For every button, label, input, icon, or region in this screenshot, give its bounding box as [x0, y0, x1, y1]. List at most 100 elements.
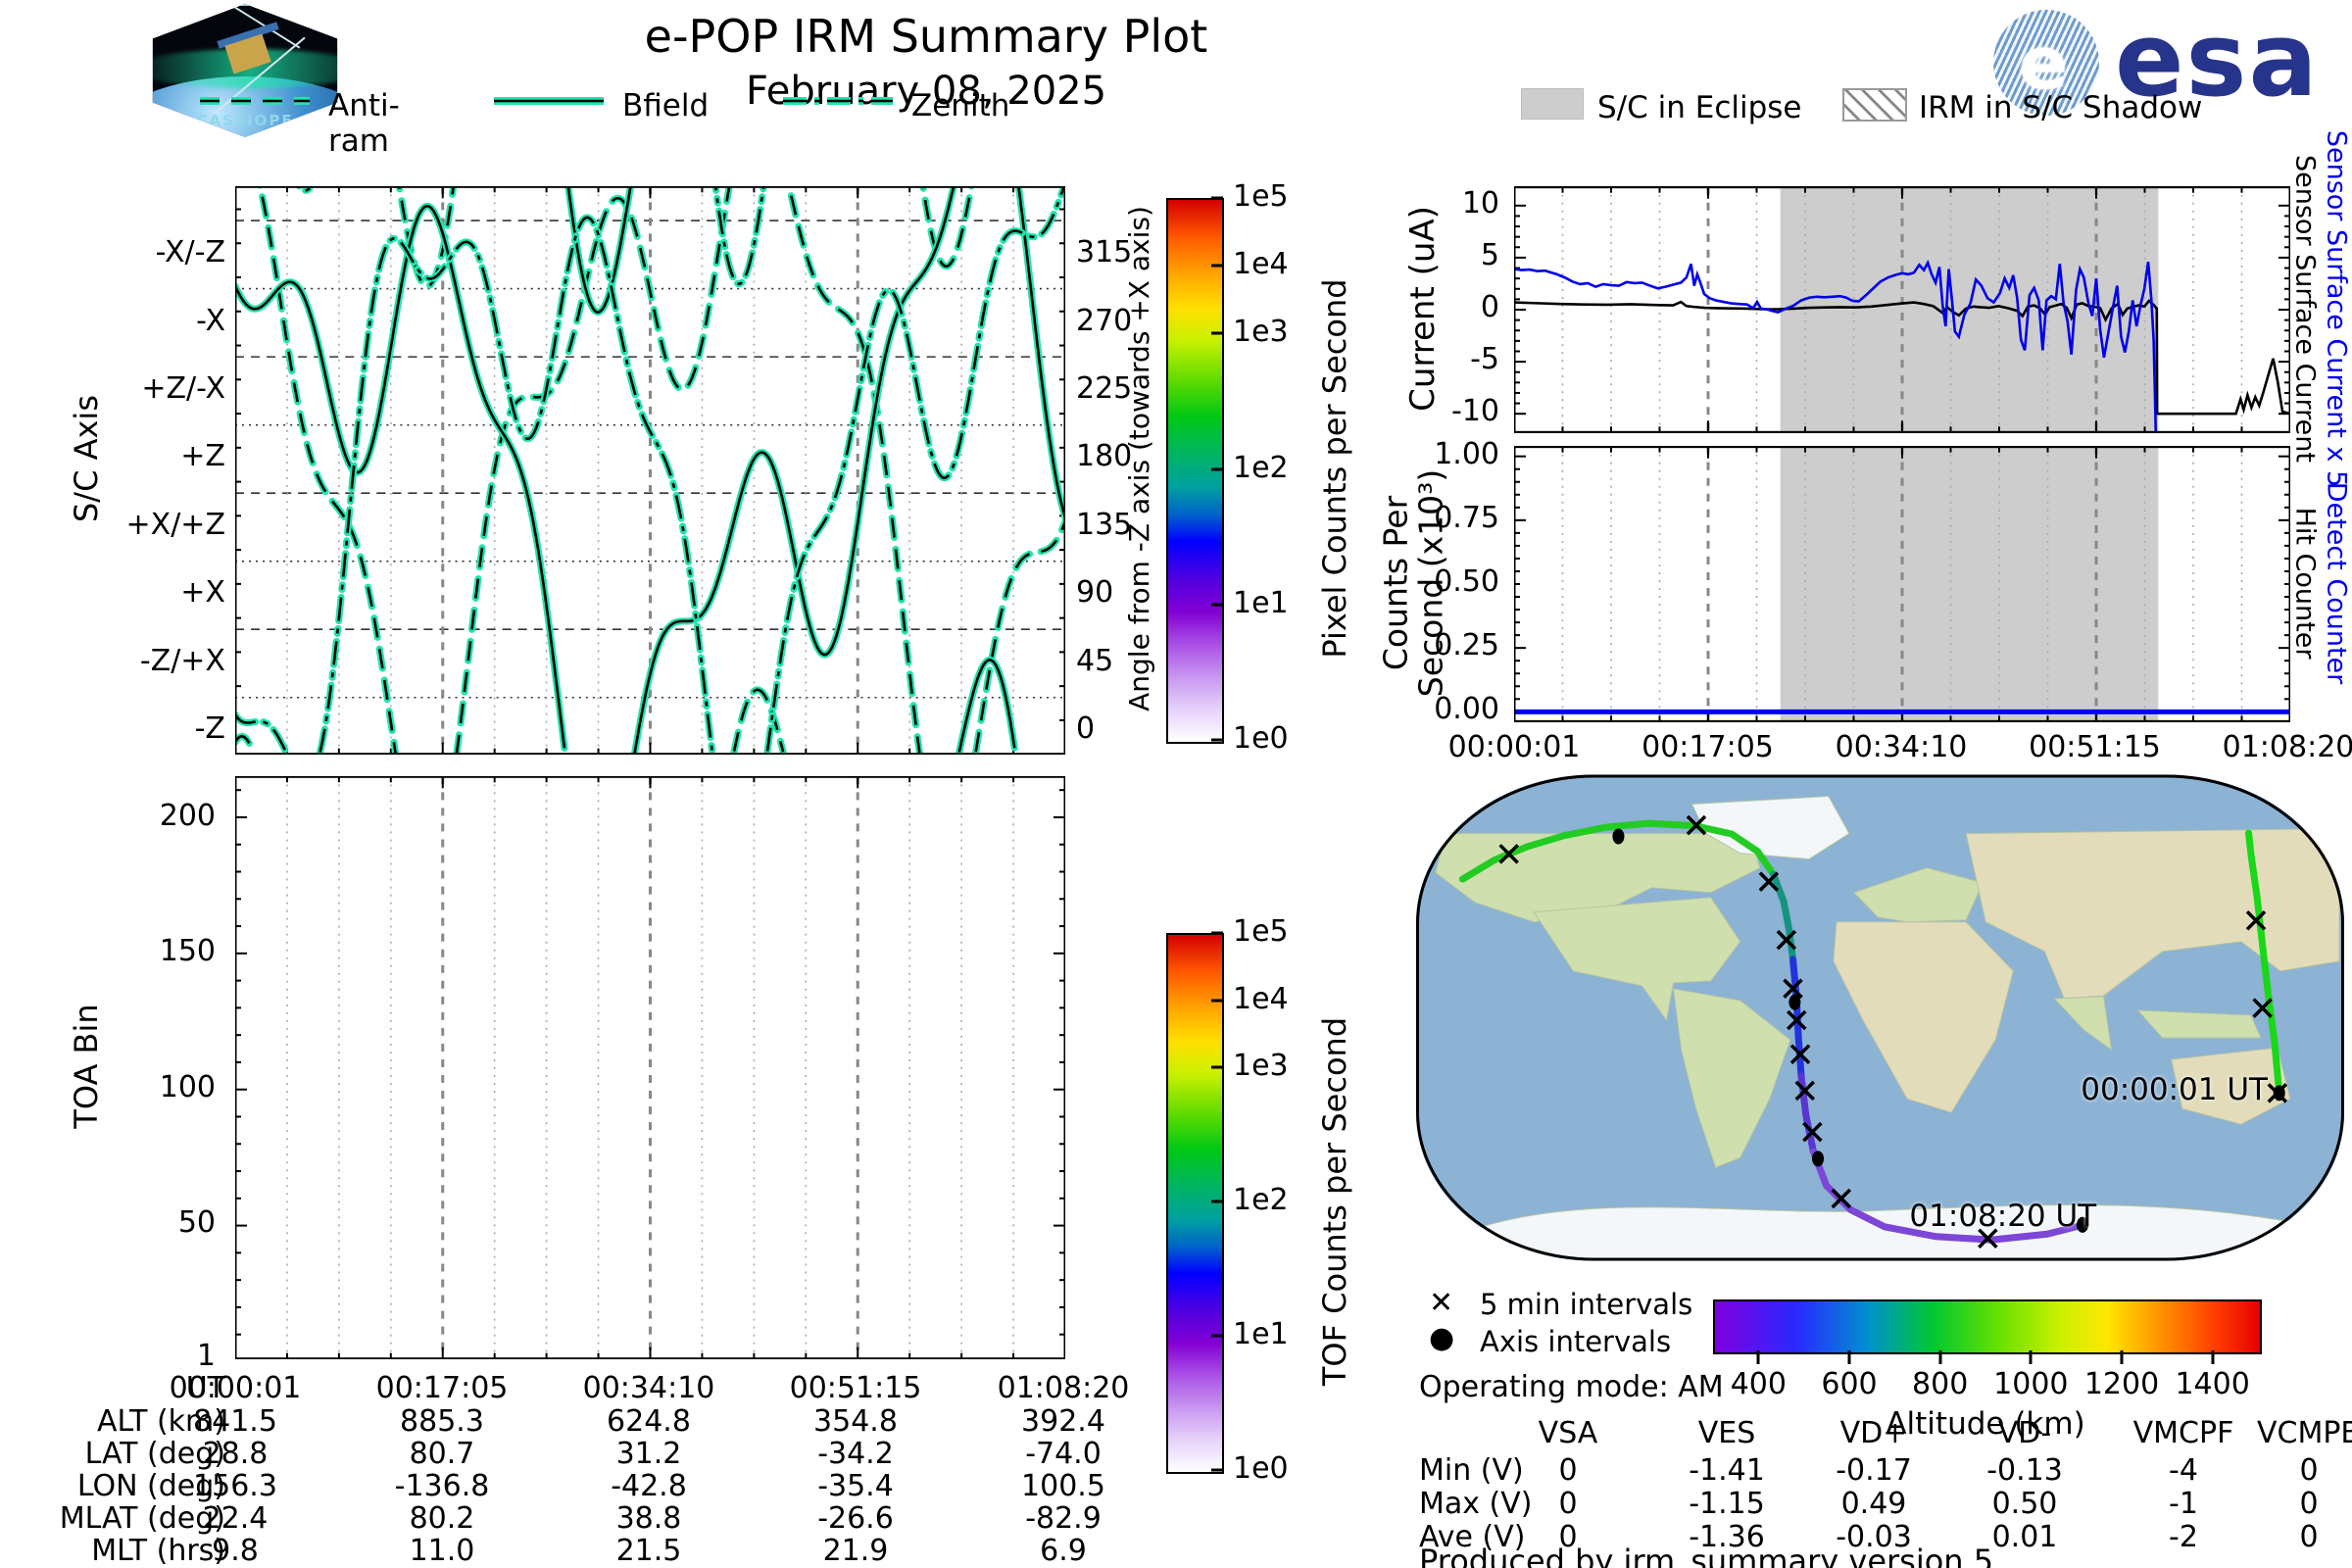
ephem-cell: -136.8	[394, 1469, 490, 1503]
time-xtick-label: 00:34:10	[1835, 730, 1968, 764]
toa-ytick-label: 200	[159, 798, 216, 833]
ephem-cell: 38.8	[615, 1501, 682, 1536]
tof-cbar-label: TOF Counts per Second	[1316, 1016, 1353, 1387]
alt-cbar-tickmark	[1938, 1350, 1942, 1364]
volt-cell: 0	[2299, 1487, 2319, 1521]
ephem-cell: 80.7	[409, 1437, 475, 1471]
altitude-colorbar	[1713, 1299, 2262, 1354]
volt-cell: 0.50	[1991, 1487, 2058, 1521]
ephem-cell: 21.5	[615, 1534, 682, 1568]
dot-marker-icon: ●	[1429, 1321, 1455, 1355]
toa-ytick-label: 150	[159, 934, 216, 969]
ephem-cell: 80.2	[409, 1501, 475, 1536]
time-xtick-label: 00:17:05	[1642, 730, 1774, 764]
epop-irm-summary-page: { "header": { "title": "e-POP IRM Summar…	[0, 0, 2352, 1568]
tof-cbar-tick-tickmark	[1211, 1468, 1223, 1472]
shadow-legend-label: IRM in S/C Shadow	[1919, 90, 2203, 125]
sc-ytick-label: -X/-Z	[155, 235, 225, 270]
ephem-cell: 22.4	[202, 1501, 269, 1536]
shadow-legend-swatch	[1842, 88, 1907, 122]
counts-ytick-label: 0.00	[1434, 692, 1499, 726]
alt-cbar-tickmark	[2120, 1350, 2124, 1364]
volt-col-header: VD-	[1997, 1416, 2052, 1450]
sc-ytick-label: -Z/+X	[139, 643, 225, 678]
current-right-label-blue: Sensor Surface Current x 5	[2321, 129, 2352, 488]
map-start-time-label: 00:00:01 UT	[2081, 1072, 2268, 1108]
tof-cbar-tick-tickmark	[1211, 1200, 1223, 1203]
counts-ytick-label: 0.25	[1434, 628, 1499, 662]
sc-right-tick-label: 180	[1076, 439, 1133, 474]
alt-cbar-tickmark	[1756, 1350, 1760, 1364]
sc-legend-sample-Anti-ram	[200, 97, 310, 105]
pixel-cbar-tick-tickmark	[1211, 603, 1223, 607]
counts-plot	[1514, 446, 2290, 722]
sc-ytick-label: -Z	[194, 710, 225, 746]
counts-right-label-blue: Detect Counter	[2321, 481, 2352, 685]
pixel-cbar-label: Pixel Counts per Second	[1316, 278, 1353, 659]
counts-ytick-label: 0.50	[1434, 564, 1499, 599]
pixel-cbar-tick: 1e0	[1233, 721, 1289, 756]
pixel-cbar-tick-tickmark	[1211, 331, 1223, 335]
pixel-cbar-tick-tickmark	[1211, 738, 1223, 742]
volt-cell: -1.36	[1689, 1520, 1765, 1554]
eclipse-legend-label: S/C in Eclipse	[1597, 90, 1802, 125]
eclipse-legend-swatch	[1521, 88, 1584, 120]
ephem-cell: 01:08:20	[997, 1371, 1130, 1405]
ephem-cell: 11.0	[409, 1534, 475, 1568]
ephem-cell: -82.9	[1025, 1501, 1102, 1536]
volt-col-header: VCMPB	[2256, 1416, 2352, 1450]
volt-cell: 0	[1558, 1520, 1578, 1554]
volt-cell: -0.17	[1836, 1453, 1912, 1488]
ephem-cell: 9.8	[212, 1534, 259, 1568]
volt-cell: 0	[1558, 1453, 1578, 1488]
x-marker-label: 5 min intervals	[1480, 1288, 1693, 1321]
volt-cell: -0.03	[1836, 1520, 1912, 1554]
tof-cbar-tick: 1e5	[1233, 914, 1289, 949]
alt-cbar-tick-label: 1400	[2175, 1367, 2250, 1401]
time-xtick-label: 01:08:20	[2222, 730, 2352, 764]
ephem-cell: 354.8	[813, 1404, 898, 1439]
ephem-cell: 6.9	[1040, 1534, 1087, 1568]
counts-ytick-label: 1.00	[1434, 437, 1499, 471]
volt-cell: 0	[1558, 1487, 1578, 1521]
tof-cbar-tick-tickmark	[1211, 931, 1223, 935]
current-ytick-label: 0	[1480, 290, 1499, 324]
pixel-cbar-tick: 1e4	[1233, 247, 1289, 282]
ephem-cell: 392.4	[1021, 1404, 1105, 1439]
ephem-cell: 885.3	[400, 1404, 484, 1439]
sc-legend-label: Anti-ram	[328, 88, 400, 159]
pixel-cbar-tick-tickmark	[1211, 467, 1223, 470]
ephem-cell: 21.9	[822, 1534, 889, 1568]
time-xtick-label: 00:51:15	[2029, 730, 2161, 764]
sc-legend-sample-Bfield	[494, 97, 604, 105]
sc-legend-sample-Zenith	[783, 97, 893, 105]
ephem-cell: 624.8	[607, 1404, 691, 1439]
volt-cell: -0.13	[1986, 1453, 2063, 1488]
alt-cbar-tickmark	[1847, 1350, 1851, 1364]
ephem-cell: 00:51:15	[789, 1371, 922, 1405]
sc-right-tick-label: 270	[1076, 303, 1133, 338]
volt-cell: 0.49	[1840, 1487, 1907, 1521]
pixel-cbar-tick-tickmark	[1211, 264, 1223, 268]
world-map	[1416, 774, 2344, 1261]
ephem-cell: 841.5	[193, 1404, 277, 1439]
current-right-label-black: Sensor Surface Current	[2289, 155, 2321, 463]
volt-cell: 0	[2299, 1453, 2319, 1488]
volt-col-header: VD+	[1839, 1416, 1908, 1450]
ephem-cell: 100.5	[1021, 1469, 1105, 1503]
sc-ytick-label: +Z/-X	[141, 371, 225, 407]
alt-cbar-tickmark	[2211, 1350, 2215, 1364]
ephem-cell: -34.2	[817, 1437, 894, 1471]
cassiope-label: CASSIOPE	[196, 112, 294, 129]
sc-ytick-label: +Z	[180, 439, 225, 474]
volt-col-header: VSA	[1538, 1416, 1598, 1450]
map-end-time-label: 01:08:20 UT	[1909, 1199, 2097, 1235]
current-ytick-label: -10	[1451, 393, 1499, 428]
time-xtick-label: 00:00:01	[1447, 730, 1581, 764]
sc-ytick-label: +X	[180, 575, 225, 611]
sc-legend-label: Bfield	[622, 88, 710, 123]
ephem-cell: 00:34:10	[582, 1371, 715, 1405]
x-marker-icon: ✕	[1429, 1286, 1454, 1320]
sc-legend-label: Zenith	[911, 88, 1010, 123]
tof-cbar-tick: 1e2	[1233, 1183, 1289, 1217]
